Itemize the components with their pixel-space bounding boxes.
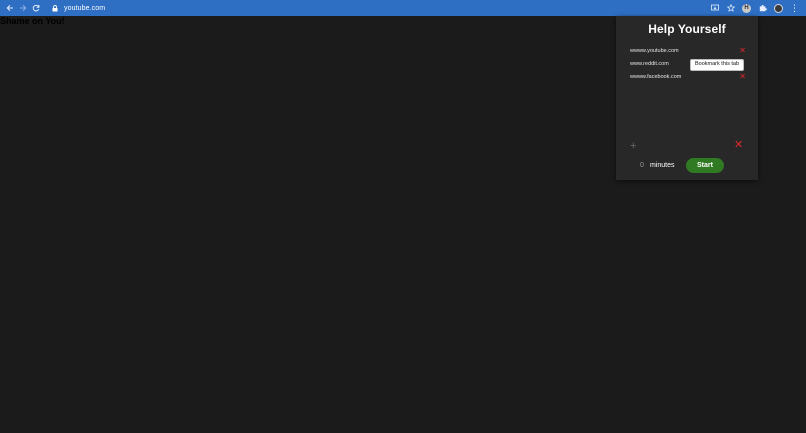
browser-menu-button[interactable]: ⋮ bbox=[789, 0, 800, 16]
shame-message: Shame on You! bbox=[0, 16, 65, 26]
forward-arrow-icon bbox=[19, 4, 26, 12]
remove-site-button[interactable]: ✕ bbox=[739, 47, 746, 55]
address-bar[interactable]: youtube.com bbox=[50, 1, 690, 15]
remove-site-button[interactable]: ✕ bbox=[739, 73, 746, 81]
start-button[interactable]: Start bbox=[686, 158, 724, 173]
avatar-image bbox=[774, 3, 783, 13]
clear-all-button[interactable]: ✕ bbox=[734, 140, 743, 151]
site-label: www.reddit.com bbox=[630, 61, 669, 67]
browser-toolbar: youtube.com H ⋮ bbox=[0, 0, 806, 16]
site-row-facebook: wwww.facebook.com ✕ bbox=[630, 72, 746, 82]
site-label: wwww.facebook.com bbox=[630, 74, 682, 80]
bookmark-star-icon[interactable] bbox=[725, 0, 736, 16]
add-site-button[interactable]: + bbox=[630, 141, 636, 152]
reload-icon bbox=[32, 4, 39, 12]
extension-h-badge: H bbox=[742, 3, 751, 13]
back-arrow-icon bbox=[6, 4, 13, 12]
reload-button[interactable] bbox=[29, 0, 42, 16]
site-row-youtube: wwww.youtube.com ✕ bbox=[630, 46, 746, 56]
popup-title: Help Yourself bbox=[648, 22, 726, 36]
extension-h-button[interactable]: H bbox=[741, 0, 752, 16]
extensions-puzzle-icon[interactable] bbox=[757, 0, 768, 16]
site-label: wwww.youtube.com bbox=[630, 48, 679, 54]
profile-avatar[interactable] bbox=[773, 0, 784, 16]
lock-icon[interactable] bbox=[50, 1, 59, 15]
kebab-menu-icon: ⋮ bbox=[790, 2, 799, 13]
help-yourself-popup: Help Yourself wwww.youtube.com ✕ www.red… bbox=[616, 16, 758, 180]
minutes-control: 0 minutes bbox=[640, 158, 675, 173]
minutes-label: minutes bbox=[650, 162, 675, 169]
bookmark-this-tab-button[interactable]: Bookmark this tab bbox=[690, 59, 745, 71]
minutes-input[interactable]: 0 bbox=[640, 162, 648, 169]
back-button[interactable] bbox=[3, 0, 16, 16]
install-app-icon[interactable] bbox=[709, 0, 720, 16]
url-text: youtube.com bbox=[64, 4, 106, 12]
forward-button[interactable] bbox=[16, 0, 29, 16]
